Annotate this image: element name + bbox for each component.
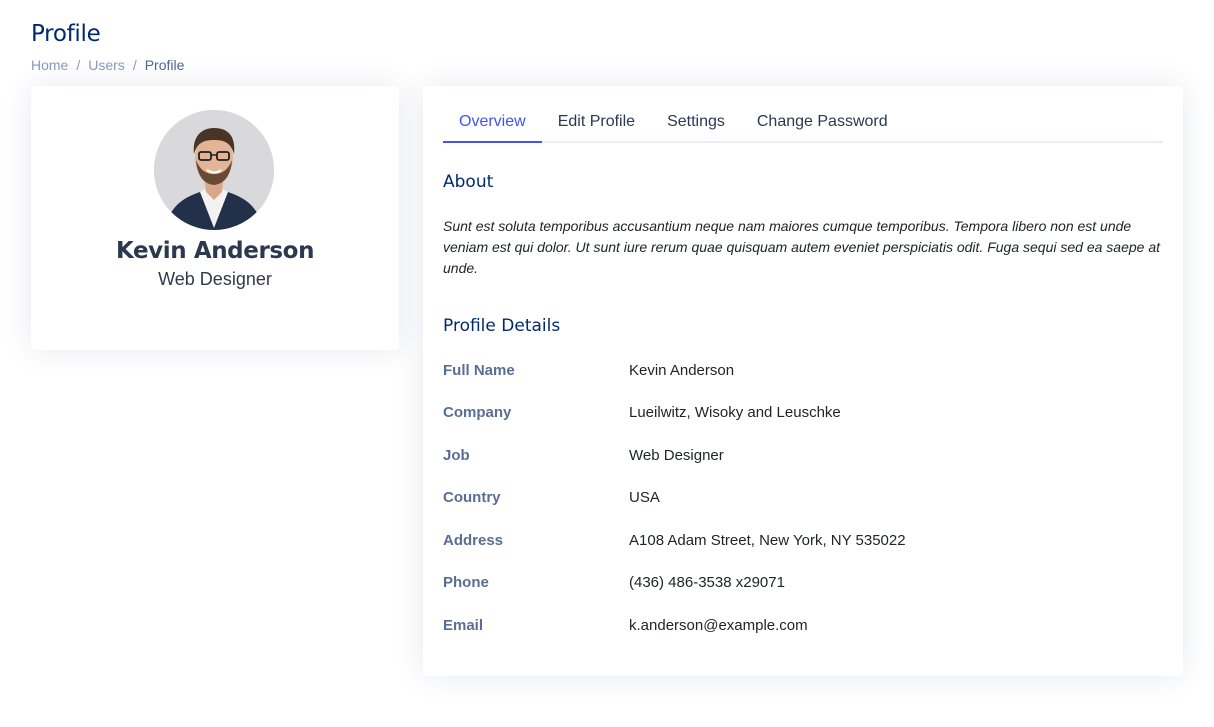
detail-value: A108 Adam Street, New York, NY 535022 [629, 532, 906, 549]
page-title: Profile [31, 21, 101, 47]
detail-label: Email [443, 617, 484, 634]
detail-value: Lueilwitz, Wisoky and Leuschke [629, 404, 841, 421]
detail-row-address: Address A108 Adam Street, New York, NY 5… [443, 532, 1163, 552]
detail-row-company: Company Lueilwitz, Wisoky and Leuschke [443, 404, 1163, 424]
profile-tabs: Overview Edit Profile Settings Change Pa… [443, 100, 1163, 143]
detail-value: Kevin Anderson [629, 362, 735, 379]
detail-value: (436) 486-3538 x29071 [629, 574, 785, 591]
detail-label: Country [443, 489, 501, 506]
detail-row-email: Email k.anderson@example.com [443, 617, 1163, 637]
profile-details-title: Profile Details [443, 316, 561, 336]
about-text: Sunt est soluta temporibus accusantium n… [443, 218, 1160, 276]
detail-label: Address [443, 532, 504, 549]
detail-label: Job [443, 447, 470, 464]
profile-job: Web Designer [158, 269, 272, 289]
detail-row-full-name: Full Name Kevin Anderson [443, 362, 1163, 382]
avatar [154, 110, 274, 230]
tab-settings[interactable]: Settings [651, 100, 741, 143]
detail-label: Phone [443, 574, 489, 591]
profile-photo [154, 110, 274, 230]
tab-overview[interactable]: Overview [443, 100, 542, 143]
tab-edit-profile[interactable]: Edit Profile [542, 100, 651, 143]
detail-value: USA [629, 489, 660, 506]
profile-name: Kevin Anderson [115, 238, 315, 264]
detail-value: k.anderson@example.com [629, 617, 808, 634]
about-title: About [443, 172, 494, 192]
detail-value: Web Designer [629, 447, 724, 464]
breadcrumb-separator: / [132, 57, 137, 73]
breadcrumb-home[interactable]: Home [31, 57, 68, 73]
profile-details-card: Overview Edit Profile Settings Change Pa… [423, 86, 1183, 676]
detail-row-country: Country USA [443, 489, 1163, 509]
detail-label: Full Name [443, 362, 515, 379]
breadcrumb-separator: / [76, 57, 81, 73]
detail-label: Company [443, 404, 512, 421]
tab-change-password[interactable]: Change Password [741, 100, 904, 143]
detail-row-phone: Phone (436) 486-3538 x29071 [443, 574, 1163, 594]
profile-card: Kevin Anderson Web Designer [31, 86, 399, 350]
breadcrumb: Home / Users / Profile [31, 57, 184, 73]
breadcrumb-current: Profile [144, 57, 185, 73]
detail-row-job: Job Web Designer [443, 447, 1163, 467]
breadcrumb-users[interactable]: Users [88, 57, 125, 73]
page-header: Profile Home / Users / Profile [31, 20, 184, 73]
